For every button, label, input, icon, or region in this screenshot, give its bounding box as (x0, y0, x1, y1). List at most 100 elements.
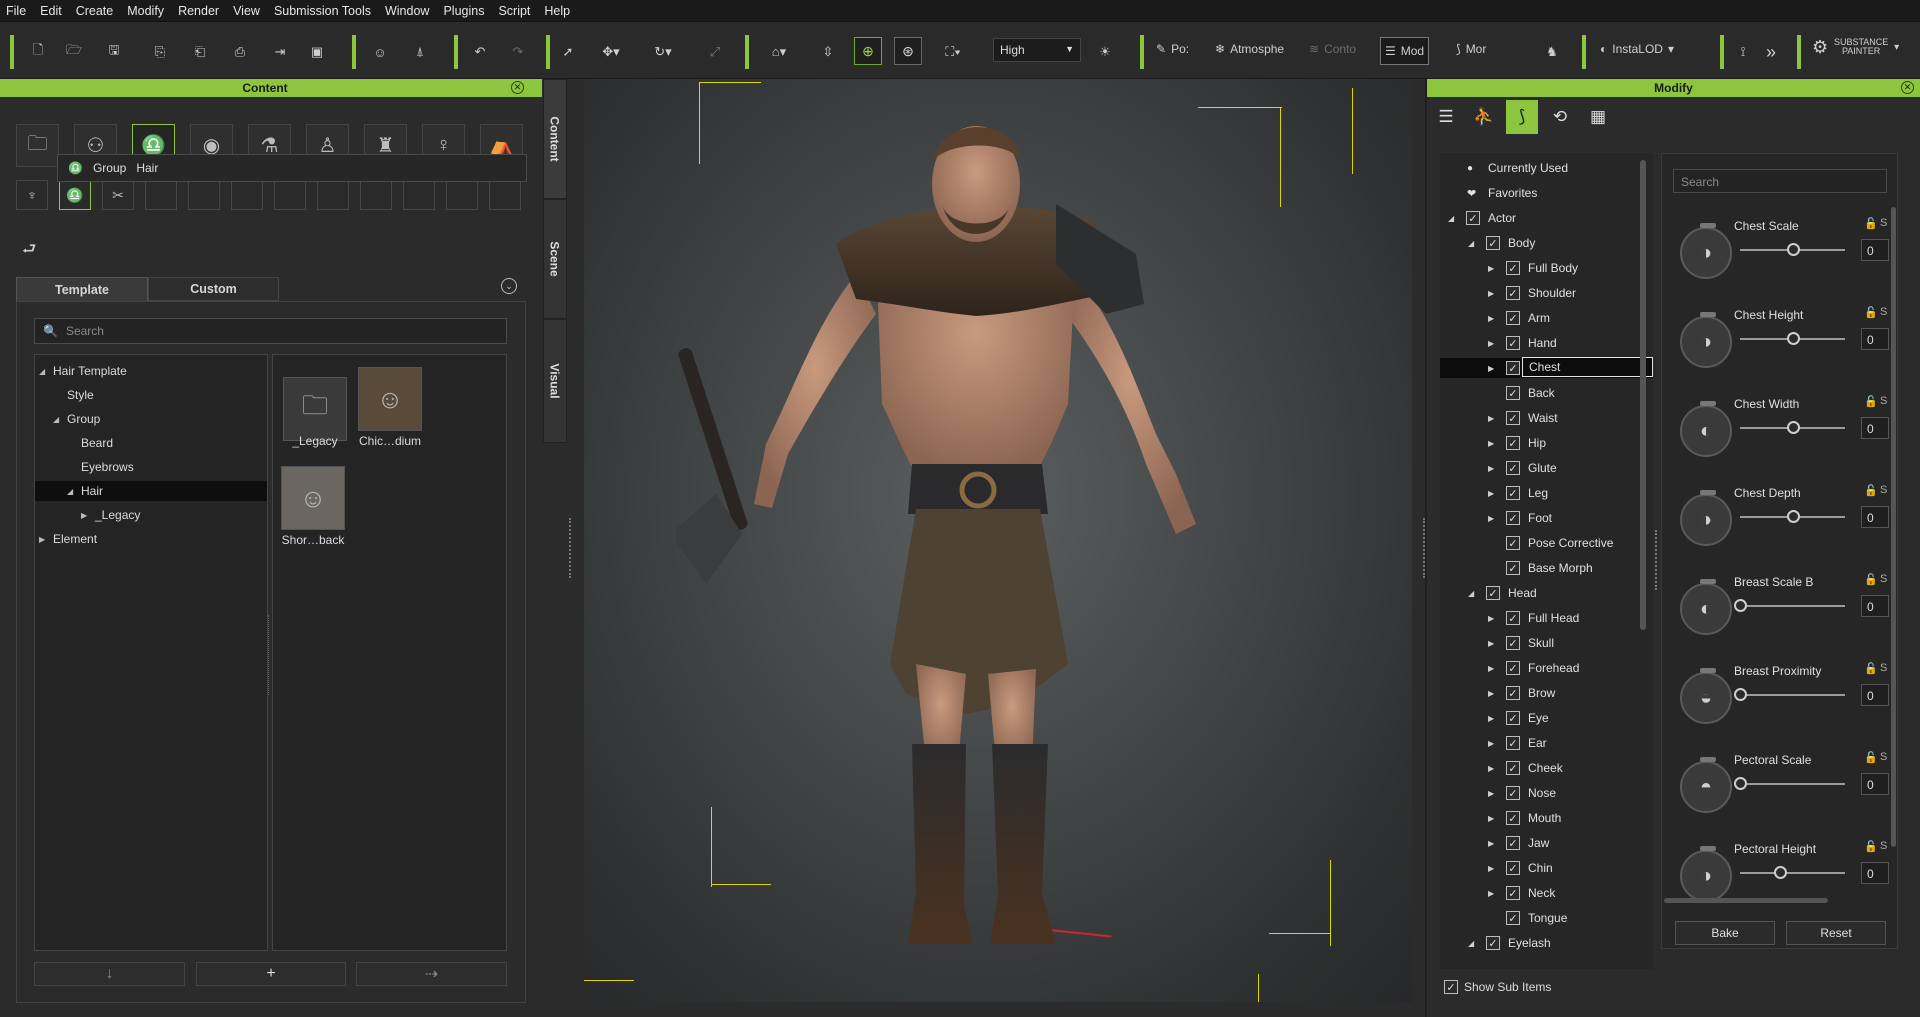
tree-item[interactable]: ▶ _Legacy (35, 505, 267, 525)
instalod-button[interactable]: ◐ InstaLOD ▾ (1600, 42, 1674, 56)
empty-slot[interactable] (188, 180, 220, 210)
bake-button[interactable]: Bake (1675, 921, 1775, 945)
splitter-handle[interactable] (1655, 530, 1657, 590)
tab-attribute[interactable]: ⟲ (1544, 100, 1576, 134)
expand-right-icon[interactable]: ▶ (1488, 264, 1494, 273)
morph-tree-item[interactable]: ▶ ✓ Neck (1440, 883, 1653, 903)
checkbox-checked-icon[interactable]: ✓ (1506, 386, 1520, 400)
slider-track[interactable] (1740, 783, 1845, 785)
tab-custom[interactable]: Custom (148, 277, 279, 301)
empty-slot[interactable] (274, 180, 306, 210)
breadcrumb-item[interactable]: Group (93, 161, 126, 175)
morph-tree-item[interactable]: ▶ ✓ Jaw (1440, 833, 1653, 853)
empty-slot[interactable] (317, 180, 349, 210)
morph-tree-item[interactable]: ▶ ✓ Skull (1440, 633, 1653, 653)
checkbox-checked-icon[interactable]: ✓ (1506, 461, 1520, 475)
expand-right-icon[interactable]: ▶ (1488, 714, 1494, 723)
contour-button[interactable]: ≋ Conto (1309, 42, 1356, 56)
splitter-handle[interactable] (569, 518, 571, 578)
slider-thumb[interactable] (1734, 688, 1747, 701)
lock-icon[interactable]: 🔓 (1864, 573, 1878, 586)
apply-down-button[interactable]: ↓ (34, 962, 185, 986)
morph-tree-item[interactable]: ▶ ✓ Arm (1440, 308, 1653, 328)
substance-painter-button[interactable]: ⚙ SUBSTANCE PAINTER ▾ (1812, 38, 1899, 56)
slider-value-input[interactable]: 0 (1861, 773, 1889, 795)
checkbox-checked-icon[interactable]: ✓ (1506, 486, 1520, 500)
morph-tree-item[interactable]: ◢ ✓ Eyelash (1440, 933, 1653, 953)
menu-item-render[interactable]: Render (178, 4, 219, 18)
close-icon[interactable]: ✕ (511, 81, 524, 94)
show-sub-items-checkbox[interactable]: ✓ Show Sub Items (1444, 980, 1551, 994)
morph-tree-item[interactable]: ▶ ✓ Shoulder (1440, 283, 1653, 303)
headshot-icon[interactable]: ♞ (1540, 39, 1564, 65)
expand-right-icon[interactable]: ▶ (1488, 864, 1494, 873)
tree-item[interactable]: ▶ Element (35, 529, 267, 549)
morph-tree-item[interactable]: ▶ ✓ Hand (1440, 333, 1653, 353)
checkbox-checked-icon[interactable]: ✓ (1506, 911, 1520, 925)
morph-tree-item[interactable]: ✓ Base Morph (1440, 558, 1653, 578)
menu-item-modify[interactable]: Modify (127, 4, 164, 18)
slider-value-input[interactable]: 0 (1861, 595, 1889, 617)
morph-tree-item[interactable]: ▶ ✓ Glute (1440, 458, 1653, 478)
tab-parameters[interactable]: ☰ (1430, 100, 1462, 134)
expand-right-icon[interactable]: ▶ (1488, 614, 1494, 623)
menu-item-view[interactable]: View (233, 4, 260, 18)
menu-item-plugins[interactable]: Plugins (443, 4, 484, 18)
checkbox-checked-icon[interactable]: ✓ (1506, 836, 1520, 850)
checkbox-checked-icon[interactable]: ✓ (1506, 686, 1520, 700)
tab-material[interactable]: ▦ (1582, 100, 1614, 134)
slider-thumb[interactable] (1787, 243, 1800, 256)
empty-slot[interactable] (403, 180, 435, 210)
camera-view-icon[interactable]: ⊛ (894, 37, 922, 65)
empty-slot[interactable] (489, 180, 521, 210)
redo-icon[interactable]: ↷ (506, 39, 530, 65)
menu-item-file[interactable]: File (6, 4, 26, 18)
home-icon[interactable]: ⌂▾ (762, 39, 796, 65)
add-button[interactable]: + (196, 962, 346, 986)
hair-male-thumbnail[interactable]: ☺ (281, 466, 345, 530)
expand-right-icon[interactable]: ▶ (1488, 489, 1494, 498)
expand-right-icon[interactable]: ▶ (1488, 689, 1494, 698)
expand-right-icon[interactable]: ▶ (1488, 664, 1494, 673)
expand-down-icon[interactable]: ◢ (53, 415, 63, 424)
morph-tree-item[interactable]: ▶ ✓ Mouth (1440, 808, 1653, 828)
expand-right-icon[interactable]: ▶ (1488, 464, 1494, 473)
checkbox-checked-icon[interactable]: ✓ (1466, 211, 1480, 225)
checkbox-checked-icon[interactable]: ✓ (1506, 286, 1520, 300)
checkbox-checked-icon[interactable]: ✓ (1506, 886, 1520, 900)
morph-tree-item[interactable]: ▶ ✓ Foot (1440, 508, 1653, 528)
lock-icon[interactable]: 🔓 (1864, 217, 1878, 230)
slider-thumb[interactable] (1787, 421, 1800, 434)
checkbox-checked-icon[interactable]: ✓ (1506, 336, 1520, 350)
slider-thumb[interactable] (1734, 777, 1747, 790)
morph-tree-item[interactable]: ❤ Favorites (1440, 183, 1653, 203)
tree-item[interactable]: ◢ Hair (35, 481, 267, 501)
lock-icon[interactable]: 🔓 (1864, 306, 1878, 319)
zoom-extents-icon[interactable]: ⛶▾ (935, 39, 971, 65)
morph-tree-item[interactable]: ▶ ✓ Nose (1440, 783, 1653, 803)
lock-icon[interactable]: 🔓 (1864, 662, 1878, 675)
slider-thumb[interactable] (1787, 510, 1800, 523)
expand-down-icon[interactable]: ◢ (67, 487, 77, 496)
checkbox-checked-icon[interactable]: ✓ (1486, 586, 1500, 600)
tree-item[interactable]: ◢ Hair Template (35, 361, 267, 381)
checkbox-checked-icon[interactable]: ✓ (1506, 611, 1520, 625)
slider-thumb[interactable] (1787, 332, 1800, 345)
expand-right-icon[interactable]: ▶ (1488, 764, 1494, 773)
folder-icon[interactable]: 🗀 (16, 124, 59, 167)
character-model[interactable] (676, 104, 1316, 984)
checkbox-checked-icon[interactable]: ✓ (1506, 411, 1520, 425)
modify-button[interactable]: ☰ Mod (1380, 37, 1430, 65)
horizontal-scrollbar[interactable] (1664, 898, 1828, 903)
scale-icon[interactable]: ⤢ (703, 39, 727, 65)
expand-right-icon[interactable]: ▶ (1488, 439, 1494, 448)
hanger-icon[interactable]: ⍋ (408, 39, 432, 65)
expand-right-icon[interactable]: ▶ (1488, 339, 1494, 348)
expand-right-icon[interactable]: ▶ (1488, 889, 1494, 898)
tree-item[interactable]: Beard (35, 433, 267, 453)
save-icon[interactable]: 🖫 (102, 39, 126, 65)
checkbox-checked-icon[interactable]: ✓ (1506, 786, 1520, 800)
morph-tree-item[interactable]: ▶ ✓ Chin (1440, 858, 1653, 878)
expand-right-icon[interactable]: ▶ (1488, 839, 1494, 848)
slider-value-input[interactable]: 0 (1861, 684, 1889, 706)
